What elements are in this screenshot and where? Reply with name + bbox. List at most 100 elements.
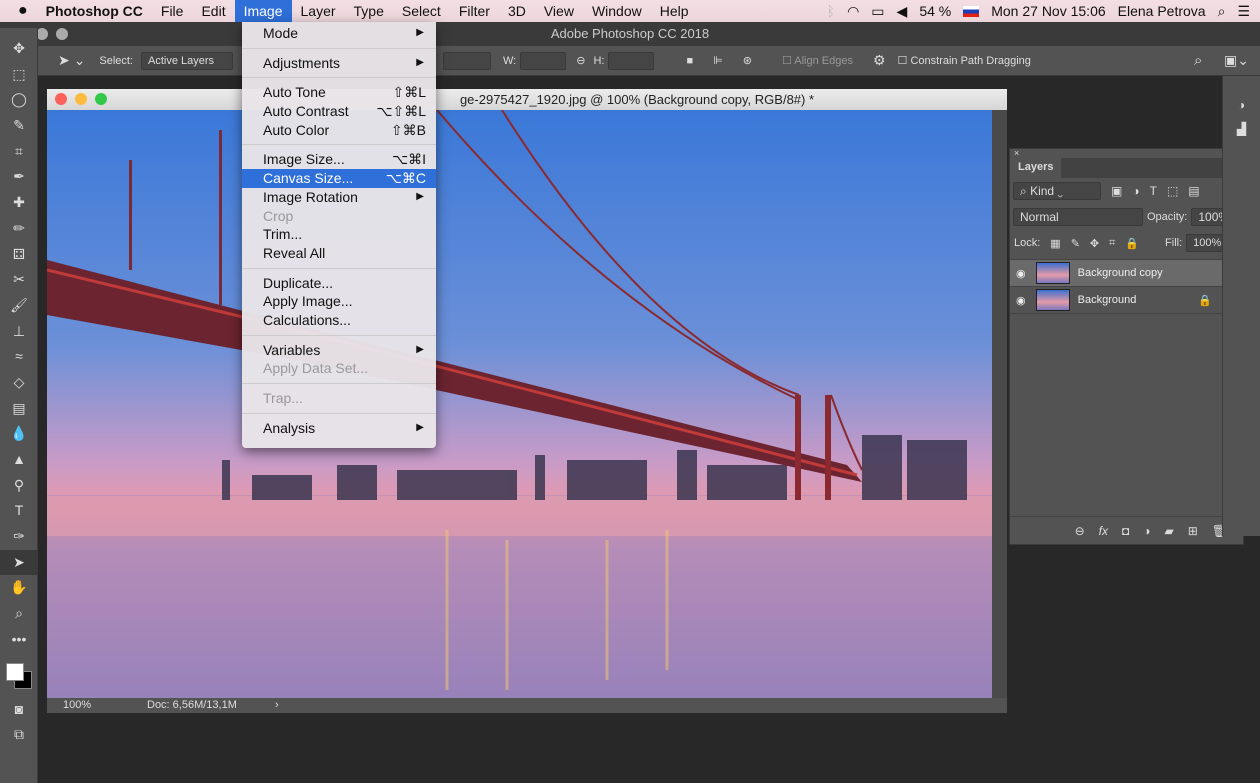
quick-select-tool-icon[interactable]: ✎: [0, 113, 38, 139]
menu-filter[interactable]: Filter: [450, 0, 499, 22]
layer-name[interactable]: Background: [1078, 294, 1137, 306]
more-tools-icon[interactable]: •••: [0, 627, 38, 653]
sharpen-tool-icon[interactable]: ▲: [0, 447, 38, 473]
search-icon[interactable]: ⌕: [1194, 52, 1202, 69]
quick-mask-icon[interactable]: ◙: [0, 697, 38, 723]
menu-item-calculations[interactable]: Calculations...: [242, 311, 436, 330]
move-tool-icon[interactable]: ✥: [0, 36, 38, 62]
doc-info[interactable]: Doc: 6,56M/13,1M: [147, 698, 237, 713]
marquee-tool-icon[interactable]: ⬚: [0, 62, 38, 88]
flag-icon[interactable]: [963, 5, 980, 17]
hand-tool-icon[interactable]: ✋: [0, 575, 38, 601]
menu-layer[interactable]: Layer: [292, 0, 345, 22]
add-mask-icon[interactable]: ◘: [1122, 524, 1129, 538]
adjustment-filter-icon[interactable]: ◑: [1132, 184, 1139, 198]
color-swatches[interactable]: [0, 653, 37, 697]
path-align-icon[interactable]: ⊫: [713, 54, 723, 67]
stamp-tool-icon[interactable]: ⚃: [0, 242, 38, 268]
search-icon[interactable]: ⌕: [1218, 3, 1226, 20]
lock-position-icon[interactable]: ✥: [1090, 237, 1099, 250]
menu-item-duplicate[interactable]: Duplicate...: [242, 274, 436, 293]
healing-tool-icon[interactable]: ✚: [0, 190, 38, 216]
lock-transparent-icon[interactable]: ▦: [1050, 237, 1060, 250]
constrain-checkbox[interactable]: ☐ Constrain Path Dragging: [898, 54, 1031, 67]
menu-item-canvas-size[interactable]: Canvas Size... ⌥⌘C: [242, 169, 436, 188]
eraser-tool-icon[interactable]: ◇: [0, 370, 38, 396]
path-select-tool-icon[interactable]: ➤: [0, 549, 38, 576]
list-icon[interactable]: ☰: [1237, 3, 1250, 20]
select-dropdown[interactable]: Active Layers: [141, 51, 233, 70]
layer-name[interactable]: Background copy: [1078, 267, 1163, 279]
shape-filter-icon[interactable]: ⬚: [1167, 184, 1178, 198]
battery-status[interactable]: 54 %: [919, 3, 951, 19]
vertical-scrollbar[interactable]: [992, 110, 1007, 698]
menu-item-analysis[interactable]: Analysis ▶: [242, 419, 436, 438]
datetime[interactable]: Mon 27 Nov 15:06: [991, 3, 1105, 19]
menu-app[interactable]: Photoshop CC: [37, 0, 152, 22]
menu-item-variables[interactable]: Variables ▶: [242, 341, 436, 360]
user-name[interactable]: Elena Petrova: [1118, 3, 1206, 19]
layer-row[interactable]: ◉ Background 🔒: [1010, 287, 1228, 314]
zoom-tool-icon[interactable]: ⌕: [0, 601, 38, 627]
history-brush-icon[interactable]: ✂: [0, 267, 38, 293]
blend-mode-dropdown[interactable]: Normal: [1013, 208, 1143, 226]
doc-zoom-button[interactable]: [95, 93, 107, 105]
menu-item-image-size[interactable]: Image Size... ⌥⌘I: [242, 150, 436, 169]
move-tool-icon[interactable]: ➤ ⌄: [58, 52, 85, 69]
menu-item-image-rotation[interactable]: Image Rotation ▶: [242, 188, 436, 207]
menu-item-mode[interactable]: Mode ▶: [242, 24, 436, 43]
airplay-icon[interactable]: ▭: [871, 3, 884, 20]
panel-close-icon[interactable]: ×: [1010, 149, 1243, 158]
visibility-eye-icon[interactable]: ◉: [1010, 267, 1026, 280]
zoom-button[interactable]: [56, 28, 68, 40]
menu-item-adjustments[interactable]: Adjustments ▶: [242, 54, 436, 73]
menu-item-apply-image[interactable]: Apply Image...: [242, 292, 436, 311]
gear-icon[interactable]: ⚙: [873, 52, 886, 69]
blur-tool-icon[interactable]: 💧: [0, 421, 38, 447]
visibility-eye-icon[interactable]: ◉: [1010, 294, 1026, 307]
canvas-image[interactable]: [47, 110, 992, 698]
link-layers-icon[interactable]: ⊖: [1075, 524, 1085, 538]
menu-item-reveal-all[interactable]: Reveal All: [242, 244, 436, 263]
menu-image[interactable]: Image: [234, 0, 292, 22]
menu-select[interactable]: Select: [393, 0, 450, 22]
link-icon[interactable]: ⊖: [576, 54, 585, 67]
height-input[interactable]: [608, 51, 655, 70]
menu-item-auto-contrast[interactable]: Auto Contrast ⌥⇧⌘L: [242, 102, 436, 121]
menu-window[interactable]: Window: [583, 0, 651, 22]
chevron-right-icon[interactable]: ›: [275, 698, 279, 713]
gradient-tool-icon[interactable]: ▤: [0, 396, 38, 422]
doc-minimize-button[interactable]: [75, 93, 87, 105]
fx-icon[interactable]: fx: [1099, 524, 1108, 538]
stroke-dropdown[interactable]: [443, 51, 491, 70]
paint-brush-icon[interactable]: 🖌: [0, 293, 38, 319]
adjustment-layer-icon[interactable]: ◑: [1143, 524, 1150, 538]
path-ops-icon[interactable]: ■: [686, 55, 693, 67]
menu-type[interactable]: Type: [345, 0, 393, 22]
menu-file[interactable]: File: [152, 0, 193, 22]
brush-tool-icon[interactable]: ✏: [0, 216, 38, 242]
type-tool-icon[interactable]: T: [0, 498, 38, 524]
layer-row[interactable]: ◉ Background copy: [1010, 260, 1228, 287]
new-layer-icon[interactable]: ⊞: [1188, 524, 1198, 538]
smart-object-filter-icon[interactable]: ▤: [1188, 184, 1199, 198]
filter-kind-dropdown[interactable]: ⌕ Kind ⌄: [1013, 182, 1101, 200]
lasso-tool-icon[interactable]: ◯: [0, 87, 38, 113]
menu-view[interactable]: View: [535, 0, 583, 22]
doc-close-button[interactable]: [55, 93, 67, 105]
layers-tab[interactable]: Layers: [1010, 158, 1062, 178]
clone-stamp-icon[interactable]: ⊥: [0, 319, 38, 345]
lock-all-icon[interactable]: 🔒: [1125, 237, 1139, 250]
menu-item-auto-color[interactable]: Auto Color ⇧⌘B: [242, 121, 436, 140]
crop-tool-icon[interactable]: ⌗: [0, 139, 38, 165]
volume-icon[interactable]: ◀: [897, 3, 908, 20]
width-input[interactable]: [520, 51, 567, 70]
workspace-icon[interactable]: ▣⌄: [1224, 52, 1249, 69]
wifi-icon[interactable]: ◠: [847, 3, 859, 20]
menu-3d[interactable]: 3D: [499, 0, 535, 22]
new-group-icon[interactable]: ▰: [1164, 524, 1173, 538]
menu-item-trim[interactable]: Trim...: [242, 225, 436, 244]
art-history-icon[interactable]: ≈: [0, 344, 38, 370]
dodge-tool-icon[interactable]: ⚲: [0, 473, 38, 499]
lock-brush-icon[interactable]: ✎: [1071, 237, 1080, 250]
